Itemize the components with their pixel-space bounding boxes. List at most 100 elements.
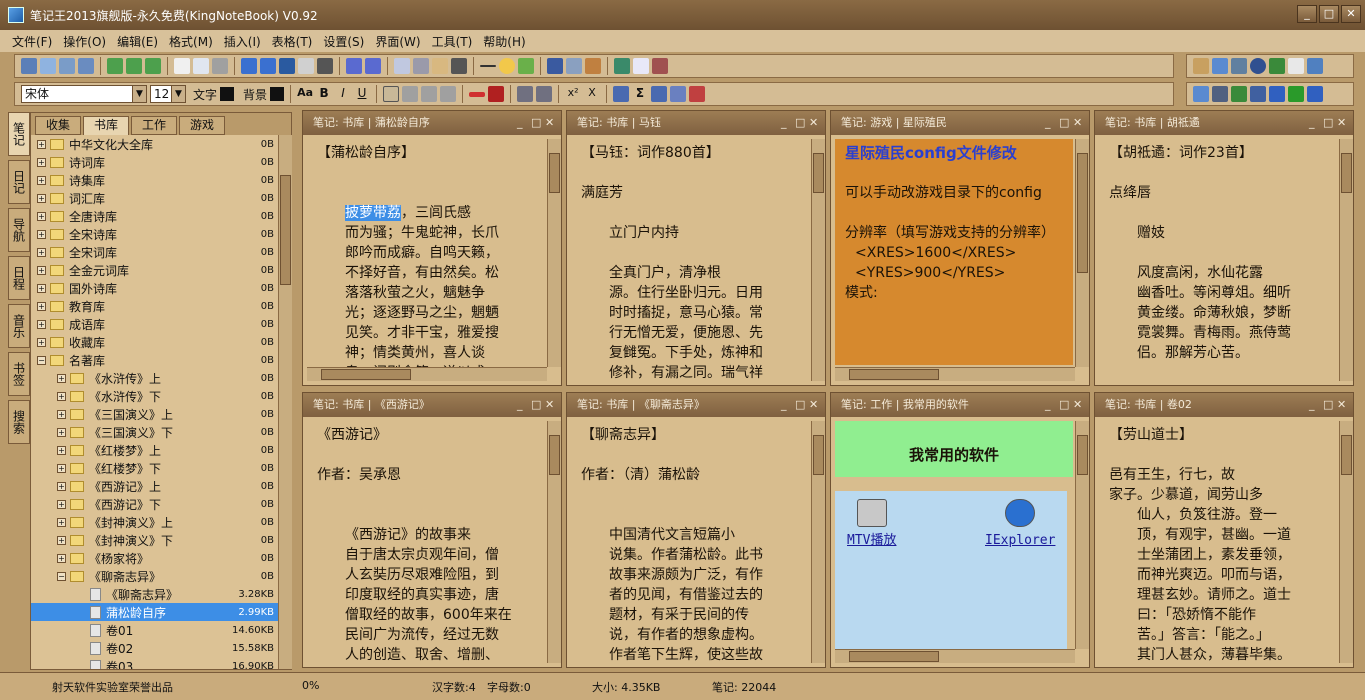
- scroll-thumb[interactable]: [849, 651, 939, 662]
- restore-icon[interactable]: □: [1323, 111, 1333, 135]
- network-icon[interactable]: [614, 58, 630, 74]
- expand-icon[interactable]: +: [57, 463, 66, 473]
- hr-line-icon[interactable]: [480, 65, 496, 67]
- pane-content[interactable]: 【马钰：词作880首】 满庭芳 立门户内持 全真门户，清净根 源。住行坐卧归元。日用 时时…: [571, 139, 809, 379]
- pane-hscrollbar[interactable]: [307, 367, 547, 381]
- book-icon[interactable]: [1250, 86, 1266, 102]
- italic-icon[interactable]: I: [335, 86, 351, 102]
- pane-content[interactable]: 星际殖民config文件修改 可以手动改游戏目录下的config 分辨率（填写游戏支…: [835, 139, 1073, 365]
- scroll-thumb[interactable]: [813, 153, 824, 193]
- pane-content[interactable]: 【蒲松龄自序】 披萝带荔，三闾氏感 而为骚；牛鬼蛇神，长爪 郎吟而成癖。自鸣天籁， 不择…: [307, 139, 545, 379]
- close-icon[interactable]: ✕: [1337, 393, 1346, 417]
- calc-icon[interactable]: [1231, 58, 1247, 74]
- attach-icon[interactable]: [585, 58, 601, 74]
- table-delete-icon[interactable]: [689, 86, 706, 102]
- link-icon[interactable]: [566, 58, 582, 74]
- scroll-thumb[interactable]: [1077, 153, 1088, 273]
- expand-icon[interactable]: +: [37, 247, 46, 257]
- emoji-icon[interactable]: [499, 58, 515, 74]
- tab-games[interactable]: 游戏: [179, 116, 225, 135]
- scroll-thumb[interactable]: [1341, 153, 1352, 193]
- pane-scrollbar[interactable]: [547, 139, 561, 367]
- tree-item[interactable]: + 《封神演义》上 0B: [31, 513, 278, 531]
- scroll-thumb[interactable]: [813, 435, 824, 475]
- fullscreen-icon[interactable]: [1307, 58, 1323, 74]
- expand-icon[interactable]: +: [37, 175, 46, 185]
- tree-item[interactable]: − 《聊斋志异》 0B: [31, 567, 278, 585]
- justify-icon[interactable]: [440, 86, 457, 102]
- up-arrow-icon[interactable]: [107, 58, 123, 74]
- underline-icon[interactable]: U: [354, 86, 370, 102]
- redo-icon[interactable]: [365, 58, 381, 74]
- menu-edit[interactable]: 编辑(E): [117, 33, 158, 50]
- binoculars-icon[interactable]: [317, 58, 333, 74]
- tree-item[interactable]: + 诗集库 0B: [31, 171, 278, 189]
- tree-item[interactable]: + 成语库 0B: [31, 315, 278, 333]
- expand-icon[interactable]: +: [37, 301, 46, 311]
- tree-item[interactable]: +蒲松龄自序2.99KB: [31, 603, 278, 621]
- minimize-icon[interactable]: _: [517, 111, 523, 135]
- highlight-icon[interactable]: [469, 91, 486, 97]
- restore-icon[interactable]: □: [1059, 111, 1069, 135]
- pane-header[interactable]: 笔记: 工作 | 我常用的软件 _ □ ✕: [831, 393, 1089, 417]
- comment-icon[interactable]: [633, 58, 649, 74]
- tree-item[interactable]: + 《西游记》上 0B: [31, 477, 278, 495]
- pane-hscrollbar[interactable]: [835, 649, 1075, 663]
- scroll-thumb[interactable]: [1341, 435, 1352, 475]
- clock-icon[interactable]: [1250, 58, 1266, 74]
- font-select[interactable]: 宋体 ▼: [21, 85, 147, 103]
- menu-view[interactable]: 界面(W): [375, 33, 420, 50]
- pen-icon[interactable]: [21, 58, 37, 74]
- layout-icon[interactable]: [59, 58, 75, 74]
- mtv-player-link[interactable]: MTV播放: [847, 499, 896, 551]
- bold-icon[interactable]: B: [316, 86, 332, 102]
- expand-icon[interactable]: +: [37, 265, 46, 275]
- expand-icon[interactable]: +: [57, 373, 66, 383]
- close-icon[interactable]: ✕: [545, 111, 554, 135]
- tree-item[interactable]: + 《西游记》下 0B: [31, 495, 278, 513]
- menu-settings[interactable]: 设置(S): [323, 33, 364, 50]
- tree-item[interactable]: + 全宋诗库 0B: [31, 225, 278, 243]
- collapse-icon[interactable]: −: [37, 355, 46, 365]
- expand-icon[interactable]: +: [37, 337, 46, 347]
- scroll-thumb[interactable]: [280, 175, 291, 285]
- menu-table[interactable]: 表格(T): [272, 33, 313, 50]
- minimize-icon[interactable]: _: [781, 393, 787, 417]
- align-right-icon[interactable]: [421, 86, 438, 102]
- expand-icon[interactable]: +: [57, 427, 66, 437]
- vtab-bookmark[interactable]: 书签: [8, 352, 30, 396]
- pane-scrollbar[interactable]: [1339, 421, 1353, 663]
- pane-content[interactable]: 《西游记》 作者：吴承恩 《西游记》的故事来 自于唐太宗贞观年间，僧 人玄奘历尽艰难险阻…: [307, 421, 545, 661]
- tree-item[interactable]: − 名著库 0B: [31, 351, 278, 369]
- expand-icon[interactable]: +: [37, 211, 46, 221]
- tree-item[interactable]: + 中华文化大全库 0B: [31, 135, 278, 153]
- font-icon[interactable]: Aa: [297, 86, 313, 102]
- outdent-icon[interactable]: [536, 86, 553, 102]
- close-icon[interactable]: ✕: [1073, 393, 1082, 417]
- tab-work[interactable]: 工作: [131, 116, 177, 135]
- expand-icon[interactable]: +: [57, 445, 66, 455]
- pane-header[interactable]: 笔记: 书库 | 蒲松龄自序 _ □ ✕: [303, 111, 561, 135]
- translate-icon[interactable]: [1212, 58, 1228, 74]
- close-icon[interactable]: ✕: [545, 393, 554, 417]
- pane-content[interactable]: 我常用的软件 MTV播放 IExplorer: [835, 421, 1073, 661]
- paste-icon[interactable]: [432, 58, 448, 74]
- tree-item[interactable]: + 《水浒传》上 0B: [31, 369, 278, 387]
- table-cell-icon[interactable]: [670, 86, 687, 102]
- pane-header[interactable]: 笔记: 游戏 | 星际殖民 _ □ ✕: [831, 111, 1089, 135]
- restore-icon[interactable]: □: [1323, 393, 1333, 417]
- sum-icon[interactable]: Σ: [632, 86, 648, 102]
- find-icon[interactable]: [298, 58, 314, 74]
- save-icon[interactable]: [212, 58, 228, 74]
- close-icon[interactable]: ✕: [809, 393, 818, 417]
- restore-icon[interactable]: □: [531, 393, 541, 417]
- vtab-diary[interactable]: 日记: [8, 160, 30, 204]
- subscript-icon[interactable]: X: [584, 86, 600, 102]
- image-view-icon[interactable]: [1231, 86, 1247, 102]
- minimize-icon[interactable]: _: [1309, 111, 1315, 135]
- expand-icon[interactable]: +: [57, 535, 66, 545]
- copy-window-icon[interactable]: [40, 58, 56, 74]
- tree-item[interactable]: + 全宋词库 0B: [31, 243, 278, 261]
- text-color-swatch[interactable]: [220, 87, 235, 101]
- tree-item[interactable]: + 《杨家将》 0B: [31, 549, 278, 567]
